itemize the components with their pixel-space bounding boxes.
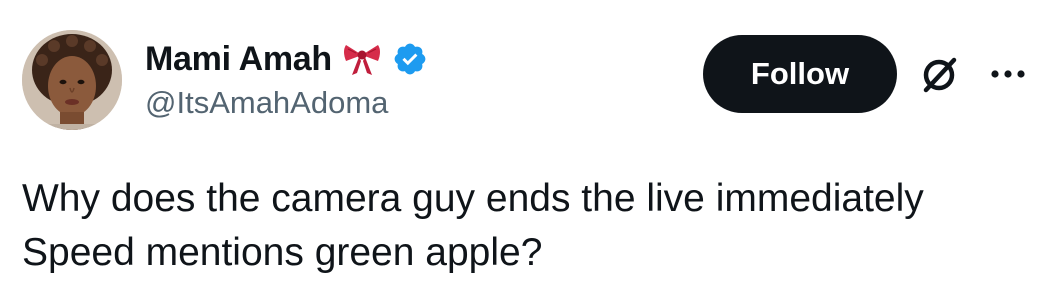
tweet-text-line-2: Speed mentions green apple? bbox=[22, 231, 543, 274]
grok-icon[interactable] bbox=[916, 52, 962, 98]
ribbon-bow-icon bbox=[342, 41, 382, 77]
more-options-icon[interactable] bbox=[988, 64, 1028, 84]
tweet-text-line-1: Why does the camera guy ends the live im… bbox=[22, 177, 924, 220]
avatar-photo bbox=[22, 30, 122, 130]
author-name-row: Mami Amah bbox=[145, 36, 428, 82]
tweet-text: Why does the camera guy ends the live im… bbox=[22, 172, 1032, 280]
display-name[interactable]: Mami Amah bbox=[145, 42, 332, 76]
verified-badge-icon[interactable] bbox=[392, 41, 428, 77]
follow-button[interactable]: Follow bbox=[703, 35, 897, 113]
author-handle[interactable]: @ItsAmahAdoma bbox=[145, 84, 388, 121]
avatar[interactable] bbox=[22, 30, 122, 130]
